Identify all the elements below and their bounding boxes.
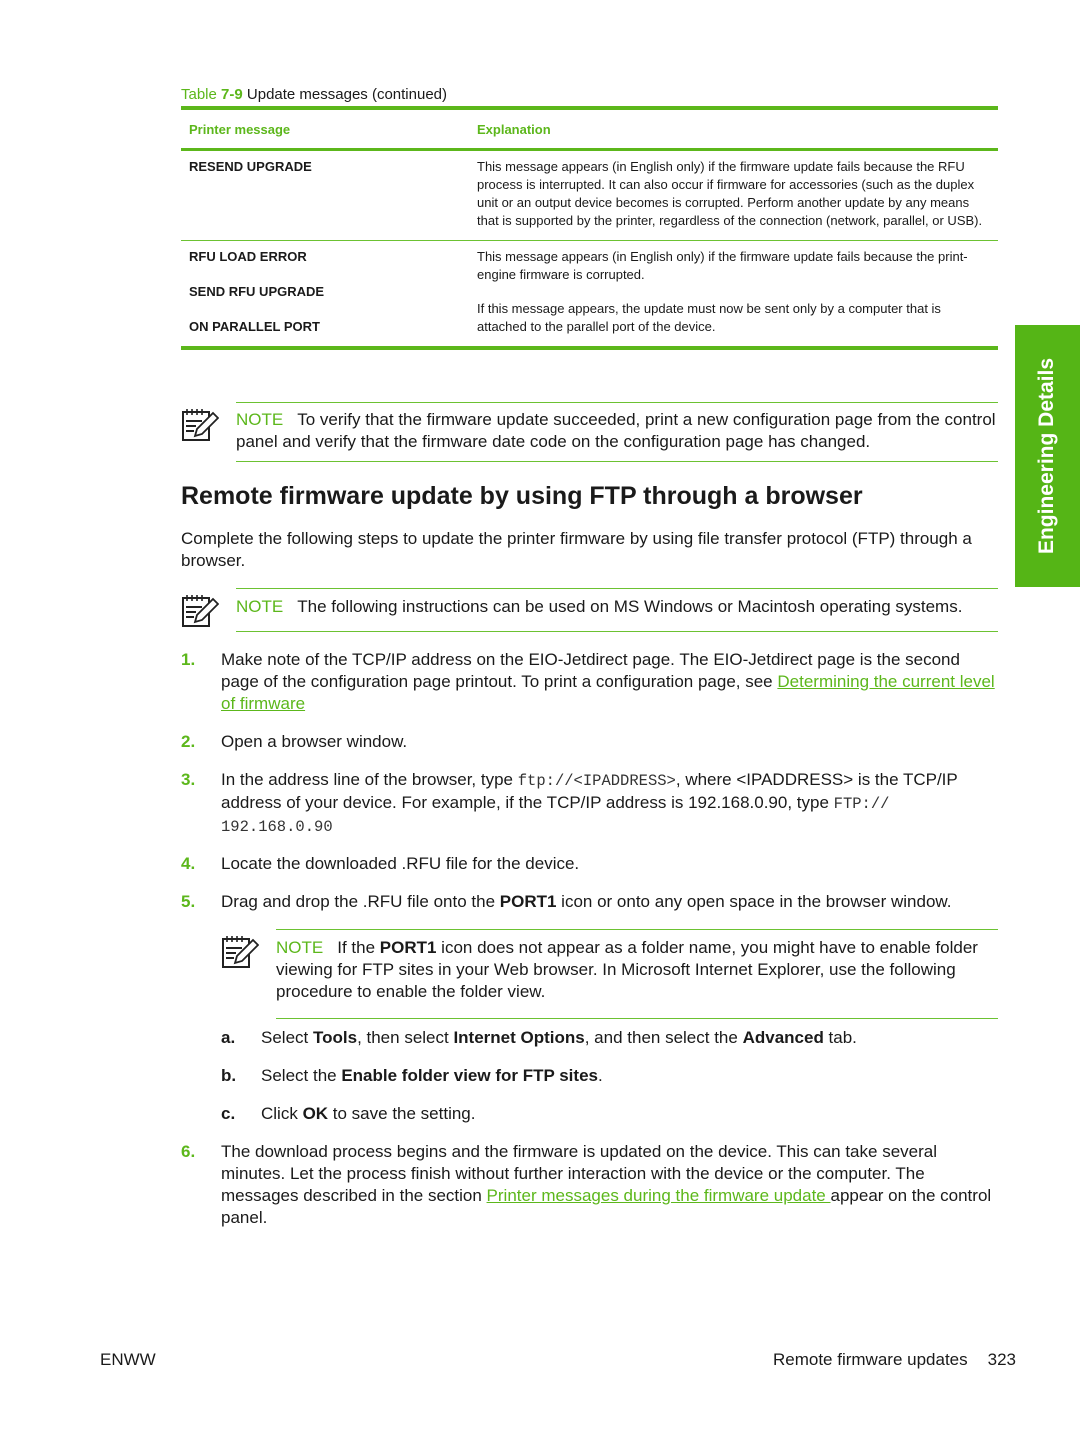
substep-b: b. Select the Enable folder view for FTP…: [221, 1065, 1001, 1087]
header-printer-message: Printer message: [189, 121, 291, 137]
step-3: 3. In the address line of the browser, t…: [181, 769, 1001, 838]
note-label: NOTE: [236, 410, 284, 429]
footer-enww: ENWW: [100, 1350, 156, 1369]
note-label: NOTE: [276, 938, 324, 957]
section-title: Remote firmware update by using FTP thro…: [181, 482, 863, 510]
step-text: icon or onto any open space in the brows…: [556, 892, 952, 911]
menu-tools: Tools: [312, 1028, 358, 1047]
step-number: 6.: [181, 1142, 196, 1161]
caption-prefix: Table: [181, 86, 222, 103]
substep-letter: c.: [221, 1104, 236, 1123]
step-number: 5.: [181, 892, 196, 911]
explanation-block: This message appears (in English only) i…: [477, 248, 998, 336]
printer-messages-link[interactable]: Printer messages during the firmware upd…: [487, 1186, 831, 1205]
note-bold: PORT1: [379, 938, 437, 957]
table-bottom-rule: [181, 346, 998, 350]
printer-message: RESEND UPGRADE: [189, 159, 312, 174]
side-tab-label: Engineering Details: [1035, 357, 1059, 555]
explanation: This message appears (in English only) i…: [477, 159, 983, 228]
code-ftp-ipaddress: ftp://<IPADDRESS>: [517, 772, 676, 790]
note-box: NOTE To verify that the firmware update s…: [236, 402, 998, 462]
step-text: In the address line of the browser, type: [221, 770, 518, 789]
substep-letter: a.: [221, 1028, 236, 1047]
caption-text: Update messages (continued): [246, 86, 448, 103]
printer-message: SEND RFU UPGRADE: [189, 284, 325, 299]
step-bold: PORT1: [499, 892, 557, 911]
note-pencil-icon: [182, 409, 219, 441]
explanation: This message appears (in English only) i…: [477, 249, 968, 282]
printer-message: ON PARALLEL PORT: [189, 319, 320, 334]
note-pencil-icon: [182, 595, 219, 627]
substep-letter: b.: [221, 1066, 237, 1085]
step-number: 4.: [181, 854, 196, 873]
note-os-support: NOTE The following instructions can be us…: [181, 588, 998, 632]
step-4: 4. Locate the downloaded .RFU file for t…: [181, 853, 1001, 875]
substep-text: , and then select the: [584, 1028, 743, 1047]
note-firmware-verify: NOTE To verify that the firmware update s…: [181, 402, 998, 462]
table-header-row: Printer message Explanation: [181, 110, 998, 148]
step-1: 1. Make note of the TCP/IP address on th…: [181, 649, 1001, 715]
substep-a: a. Select Tools, then select Internet Op…: [221, 1027, 1001, 1049]
note-text: The following instructions can be used o…: [297, 597, 963, 616]
substep-c: c. Click OK to save the setting.: [221, 1103, 1001, 1125]
menu-internet-options: Internet Options: [453, 1028, 585, 1047]
footer-page-info: Remote firmware updates 323: [773, 1350, 1016, 1370]
note-box: NOTE The following instructions can be us…: [236, 588, 998, 632]
note-port1-folder: NOTE If the PORT1 icon does not appear as…: [221, 929, 998, 1019]
substep-text: Click: [261, 1104, 303, 1123]
substep-text: , then select: [357, 1028, 454, 1047]
printer-message: RFU LOAD ERROR: [189, 249, 307, 264]
note-text: To verify that the firmware update succe…: [236, 410, 996, 451]
step-number: 1.: [181, 650, 196, 669]
step-5: 5. Drag and drop the .RFU file onto the …: [181, 891, 1001, 913]
footer-section: Remote firmware updates: [772, 1350, 968, 1369]
tab-advanced: Advanced: [742, 1028, 824, 1047]
section-intro: Complete the following steps to update t…: [181, 529, 972, 570]
step-number: 2.: [181, 732, 196, 751]
substep-text: .: [597, 1066, 603, 1085]
note-box: NOTE If the PORT1 icon does not appear as…: [276, 929, 998, 1019]
option-enable-folder-view: Enable folder view for FTP sites: [341, 1066, 598, 1085]
step-text: Open a browser window.: [221, 732, 408, 751]
table-row: RESEND UPGRADE This message appears (in …: [181, 151, 998, 240]
table-caption: Table 7-9 Update messages (continued): [181, 86, 447, 103]
note-pencil-icon: [222, 936, 259, 968]
substep-text: Select: [261, 1028, 313, 1047]
step-6: 6. The download process begins and the f…: [181, 1141, 1001, 1229]
caption-number: 7-9: [221, 86, 243, 103]
step-text: Drag and drop the .RFU file onto the: [221, 892, 500, 911]
update-messages-table: Printer message Explanation RESEND UPGRA…: [181, 106, 998, 350]
note-label: NOTE: [236, 597, 284, 616]
step-number: 3.: [181, 770, 196, 789]
note-text: If the: [337, 938, 380, 957]
page-number: 323: [987, 1350, 1016, 1369]
substep-text: tab.: [823, 1028, 857, 1047]
step-2: 2. Open a browser window.: [181, 731, 1001, 753]
header-explanation: Explanation: [477, 121, 551, 137]
button-ok-ref: OK: [302, 1104, 329, 1123]
step-text: Locate the downloaded .RFU file for the …: [221, 854, 580, 873]
engineering-details-tab[interactable]: Engineering Details: [1015, 325, 1080, 587]
substep-text: to save the setting.: [328, 1104, 476, 1123]
printer-messages: RFU LOAD ERROR SEND RFU UPGRADE ON PARAL…: [181, 248, 477, 336]
substep-text: Select the: [261, 1066, 342, 1085]
table-row: RFU LOAD ERROR SEND RFU UPGRADE ON PARAL…: [181, 241, 998, 346]
explanation: If this message appears, the update must…: [477, 301, 941, 334]
